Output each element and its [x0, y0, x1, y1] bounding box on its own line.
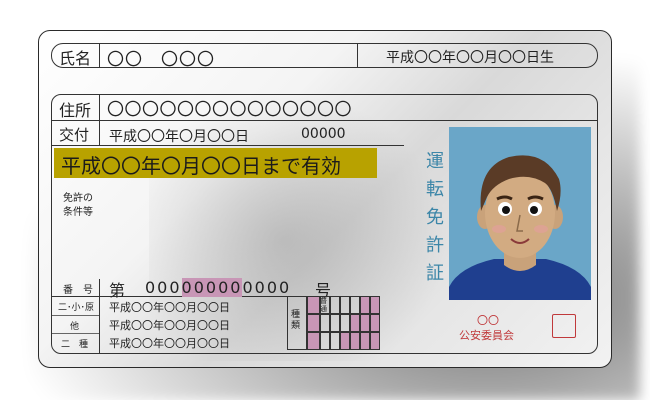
row-date-1: 平成〇〇年〇〇月〇〇日: [109, 301, 230, 314]
conditions-label-2: 条件等: [63, 207, 93, 218]
address-label: 住所: [59, 101, 92, 120]
type-cell: [307, 314, 320, 332]
issue-date: 平成〇〇年〇月〇〇日: [109, 129, 249, 145]
name-value: 〇〇 〇〇〇: [107, 50, 215, 70]
license-title-char-2: 転: [426, 179, 444, 200]
drivers-license-card: 氏名 〇〇 〇〇〇 平成〇〇年〇〇月〇〇日生 住所 〇〇〇〇〇〇〇〇〇〇〇〇〇〇…: [38, 30, 612, 368]
issuer-name: 公安委員会: [459, 329, 514, 342]
issuer-circles: 〇〇: [477, 314, 499, 327]
license-title-char-3: 免: [426, 207, 444, 228]
type-cell: [350, 296, 360, 314]
type-cell: [330, 296, 340, 314]
license-type-grid: 種類 普通: [287, 296, 380, 350]
conditions-label-1: 免許の: [63, 193, 93, 204]
type-cell: [340, 314, 350, 332]
name-label: 氏名: [59, 49, 92, 68]
type-cell: [340, 296, 350, 314]
number-prefix: 第: [109, 281, 126, 300]
lower-divider: [99, 279, 100, 354]
row-label-2: 他: [70, 322, 80, 332]
type-cell: [320, 332, 330, 350]
birth-date: 平成〇〇年〇〇月〇〇日生: [386, 50, 554, 66]
issue-label: 交付: [59, 126, 90, 144]
type-cell: [370, 296, 380, 314]
name-divider: [99, 44, 100, 67]
row-date-3: 平成〇〇年〇〇月〇〇日: [109, 337, 230, 350]
type-cell: [307, 296, 320, 314]
address-underline: [52, 120, 598, 121]
type-label: 種類: [291, 310, 303, 332]
type-cell: [307, 332, 320, 350]
type-cell: [370, 332, 380, 350]
type-cell: [350, 332, 360, 350]
row-label-3: 二 種: [61, 340, 89, 350]
portrait-photo: [449, 127, 591, 300]
type-cell: [360, 314, 370, 332]
type-label-text: 種類: [291, 310, 301, 331]
portrait-illustration: [449, 155, 591, 300]
type-cell: [350, 314, 360, 332]
number-label: 番 号: [63, 285, 93, 296]
birth-divider: [357, 44, 358, 67]
issue-number: 00000: [301, 126, 346, 142]
expiry-text: 平成〇〇年〇月〇〇日まで有効: [61, 154, 341, 178]
type-cell: [320, 314, 330, 332]
row-label-1: 二･小･原: [58, 303, 95, 313]
address-value: 〇〇〇〇〇〇〇〇〇〇〇〇〇〇: [107, 100, 352, 120]
row-date-2: 平成〇〇年〇〇月〇〇日: [109, 319, 230, 332]
type-cell: [370, 314, 380, 332]
license-title-char-5: 証: [426, 263, 444, 284]
type-cell: [360, 332, 370, 350]
row-line-2: [52, 333, 99, 334]
type-first-text: 普通: [320, 297, 327, 313]
license-number-part-2: 0000: [242, 278, 292, 297]
license-number-part-1: 000: [145, 278, 182, 297]
license-title-char-1: 運: [426, 151, 444, 172]
row-line-1: [52, 315, 99, 316]
address-divider: [99, 95, 100, 121]
license-number: 000000000000: [145, 278, 291, 297]
issue-divider: [99, 121, 100, 146]
license-title-char-4: 許: [426, 235, 444, 256]
type-cell: [330, 314, 340, 332]
type-cell: [330, 332, 340, 350]
type-cell: [340, 332, 350, 350]
license-number-highlight: 00000: [181, 278, 243, 297]
type-first-label: 普通: [320, 297, 330, 313]
seal-stamp: [552, 314, 576, 338]
type-cell: [360, 296, 370, 314]
